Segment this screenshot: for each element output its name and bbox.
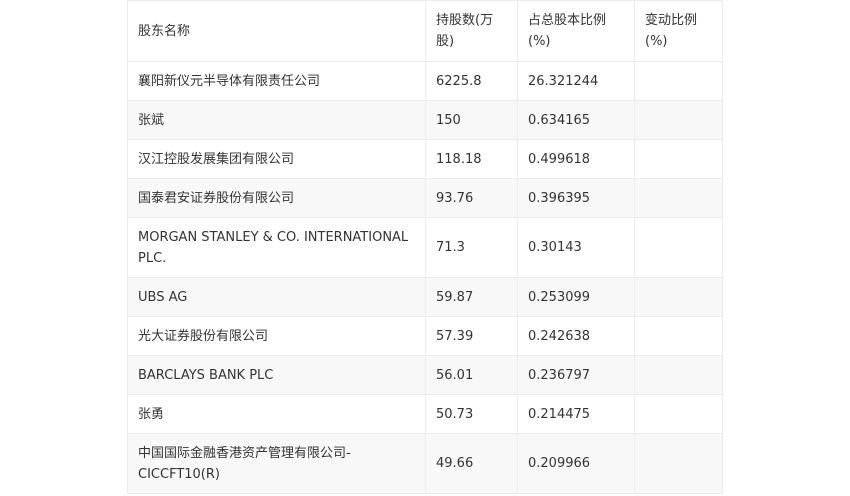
cell-ratio: 0.209966: [517, 433, 635, 494]
cell-ratio: 0.30143: [517, 217, 635, 278]
cell-shares: 118.18: [425, 139, 518, 179]
header-shareholder-name: 股东名称: [127, 0, 426, 62]
cell-name: BARCLAYS BANK PLC: [127, 355, 426, 395]
cell-shares: 50.73: [425, 394, 518, 434]
cell-shares: 59.87: [425, 277, 518, 317]
shareholders-table: 股东名称 持股数(万股) 占总股本比例(%) 变动比例(%) 襄阳新仪元半导体有…: [127, 0, 723, 494]
cell-ratio: 26.321244: [517, 61, 635, 101]
cell-shares: 56.01: [425, 355, 518, 395]
cell-change: [634, 100, 723, 140]
table-row: 汉江控股发展集团有限公司 118.18 0.499618: [127, 139, 723, 179]
table-row: 张勇 50.73 0.214475: [127, 394, 723, 434]
cell-ratio: 0.634165: [517, 100, 635, 140]
header-change: 变动比例(%): [634, 0, 723, 62]
cell-shares: 57.39: [425, 316, 518, 356]
cell-name: 张勇: [127, 394, 426, 434]
table-header-row: 股东名称 持股数(万股) 占总股本比例(%) 变动比例(%): [127, 0, 723, 62]
table-row: 光大证券股份有限公司 57.39 0.242638: [127, 316, 723, 356]
table-row: MORGAN STANLEY & CO. INTERNATIONAL PLC. …: [127, 217, 723, 278]
table-row: 襄阳新仪元半导体有限责任公司 6225.8 26.321244: [127, 61, 723, 101]
cell-ratio: 0.236797: [517, 355, 635, 395]
cell-shares: 71.3: [425, 217, 518, 278]
cell-ratio: 0.253099: [517, 277, 635, 317]
cell-ratio: 0.214475: [517, 394, 635, 434]
cell-name: MORGAN STANLEY & CO. INTERNATIONAL PLC.: [127, 217, 426, 278]
cell-shares: 6225.8: [425, 61, 518, 101]
cell-change: [634, 316, 723, 356]
cell-change: [634, 394, 723, 434]
table-row: 中国国际金融香港资产管理有限公司-CICCFT10(R) 49.66 0.209…: [127, 433, 723, 494]
cell-name: 中国国际金融香港资产管理有限公司-CICCFT10(R): [127, 433, 426, 494]
cell-change: [634, 139, 723, 179]
cell-name: 张斌: [127, 100, 426, 140]
cell-name: 汉江控股发展集团有限公司: [127, 139, 426, 179]
cell-change: [634, 277, 723, 317]
table-row: 张斌 150 0.634165: [127, 100, 723, 140]
cell-shares: 150: [425, 100, 518, 140]
cell-name: UBS AG: [127, 277, 426, 317]
cell-change: [634, 217, 723, 278]
cell-change: [634, 178, 723, 218]
cell-change: [634, 433, 723, 494]
cell-name: 襄阳新仪元半导体有限责任公司: [127, 61, 426, 101]
cell-ratio: 0.242638: [517, 316, 635, 356]
cell-ratio: 0.499618: [517, 139, 635, 179]
cell-change: [634, 61, 723, 101]
header-shares: 持股数(万股): [425, 0, 518, 62]
cell-name: 国泰君安证券股份有限公司: [127, 178, 426, 218]
cell-name: 光大证券股份有限公司: [127, 316, 426, 356]
cell-shares: 49.66: [425, 433, 518, 494]
cell-change: [634, 355, 723, 395]
table-row: UBS AG 59.87 0.253099: [127, 277, 723, 317]
table-row: BARCLAYS BANK PLC 56.01 0.236797: [127, 355, 723, 395]
header-ratio: 占总股本比例(%): [517, 0, 635, 62]
cell-shares: 93.76: [425, 178, 518, 218]
table-row: 国泰君安证券股份有限公司 93.76 0.396395: [127, 178, 723, 218]
cell-ratio: 0.396395: [517, 178, 635, 218]
